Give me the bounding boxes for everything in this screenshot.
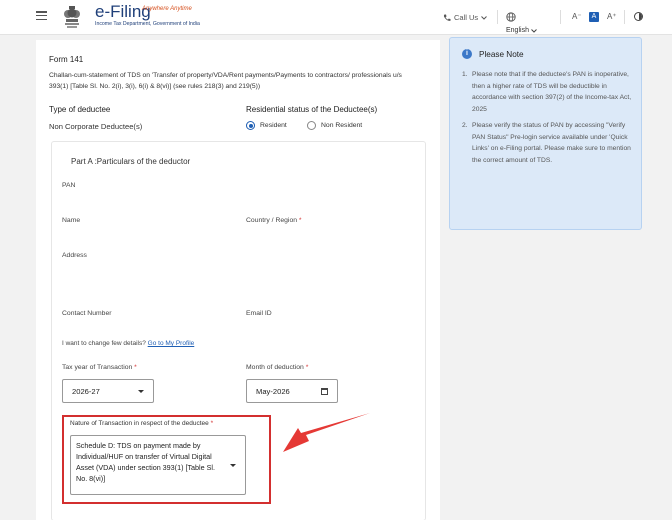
language-label: English (506, 27, 529, 34)
arrow-annotation-icon (283, 413, 370, 452)
residential-status-label: Residential status of the Deductee(s) (246, 105, 378, 114)
note-number: 2. (462, 122, 468, 129)
note-list: 1. Please note that if the deductee's PA… (462, 69, 634, 171)
calendar-icon[interactable] (321, 387, 328, 395)
logo-title[interactable]: e-Filing (95, 2, 151, 22)
chevron-down-icon (531, 28, 537, 33)
font-increase-button[interactable]: A⁺ (607, 12, 617, 21)
list-item: 2. Please verify the status of PAN by ac… (462, 120, 634, 166)
chevron-down-icon (230, 464, 236, 467)
call-us-menu[interactable]: Call Us (443, 13, 488, 22)
chevron-down-icon (138, 389, 144, 393)
address-label: Address (62, 252, 87, 259)
part-a-section: Part A :Particulars of the deductor PAN … (51, 141, 426, 520)
deductee-type-value: Non Corporate Deductee(s) (49, 122, 143, 131)
divider (624, 10, 625, 24)
form-title: Form 141 (49, 55, 84, 64)
logo-tagline: Anywhere Anytime (142, 6, 192, 12)
logo-subtitle: Income Tax Department, Government of Ind… (95, 21, 200, 27)
note-header: i Please Note (462, 49, 524, 59)
nature-value: Schedule D: TDS on payment made by Indiv… (76, 441, 216, 483)
menu-icon[interactable] (36, 11, 47, 20)
note-number: 1. (462, 71, 468, 78)
nature-of-transaction-select[interactable]: Schedule D: TDS on payment made by Indiv… (70, 435, 246, 495)
font-decrease-button[interactable]: A⁻ (572, 12, 582, 21)
chevron-down-icon (481, 15, 488, 20)
please-note-panel: i Please Note 1. Please note that if the… (449, 37, 642, 230)
required-mark: * (305, 364, 309, 371)
email-id-label: Email ID (246, 310, 272, 317)
globe-icon[interactable] (506, 12, 516, 22)
required-mark: * (210, 420, 214, 427)
note-title: Please Note (479, 49, 524, 59)
nature-label-text: Nature of Transaction in respect of the … (70, 420, 209, 427)
month-label: Month of deduction * (246, 364, 308, 371)
form-card: Form 141 Challan-cum-statement of TDS on… (36, 40, 440, 520)
country-label: Country / Region * (246, 217, 302, 224)
font-normal-button[interactable]: A (589, 12, 599, 22)
highlight-box: Nature of Transaction in respect of the … (62, 415, 271, 504)
divider (497, 10, 498, 24)
radio-indicator (307, 121, 316, 130)
divider (560, 10, 561, 24)
form-description: Challan-cum-statement of TDS on 'Transfe… (49, 72, 402, 90)
contrast-icon[interactable] (634, 12, 643, 21)
note-text: Please note that if the deductee's PAN i… (472, 71, 632, 113)
list-item: 1. Please note that if the deductee's PA… (462, 69, 634, 115)
radio-non-resident[interactable]: Non Resident (307, 121, 362, 130)
month-label-text: Month of deduction (246, 364, 304, 371)
month-value: May-2026 (256, 386, 290, 396)
radio-resident[interactable]: Resident (246, 121, 287, 130)
part-a-title: Part A :Particulars of the deductor (71, 157, 191, 166)
change-details-question: I want to change few details? (62, 340, 146, 347)
nature-of-transaction-label: Nature of Transaction in respect of the … (70, 420, 213, 427)
required-mark: * (298, 217, 302, 224)
phone-icon (443, 14, 451, 21)
change-details-text: I want to change few details? Go to My P… (62, 340, 194, 347)
required-mark: * (134, 364, 137, 371)
pan-label: PAN (62, 182, 76, 189)
deductee-type-label: Type of deductee (49, 105, 111, 114)
tax-year-select[interactable]: 2026-27 (62, 379, 154, 403)
note-text: Please verify the status of PAN by acces… (472, 122, 631, 164)
month-of-deduction-input[interactable]: May-2026 (246, 379, 338, 403)
go-to-profile-link[interactable]: Go to My Profile (148, 340, 195, 347)
country-label-text: Country / Region (246, 217, 298, 224)
emblem-icon (64, 6, 80, 28)
top-navigation-bar: e-Filing Anywhere Anytime Income Tax Dep… (0, 0, 672, 35)
radio-resident-label: Resident (260, 122, 287, 129)
tax-year-value: 2026-27 (72, 386, 100, 396)
name-label: Name (62, 217, 81, 224)
radio-non-resident-label: Non Resident (321, 122, 363, 129)
tax-year-label-text: Tax year of Transaction (62, 364, 133, 371)
radio-indicator (246, 121, 255, 130)
tax-year-label: Tax year of Transaction * (62, 364, 137, 371)
language-select[interactable]: English (506, 27, 537, 34)
info-icon: i (462, 49, 472, 59)
call-us-label: Call Us (454, 13, 479, 22)
contact-number-label: Contact Number (62, 310, 112, 317)
